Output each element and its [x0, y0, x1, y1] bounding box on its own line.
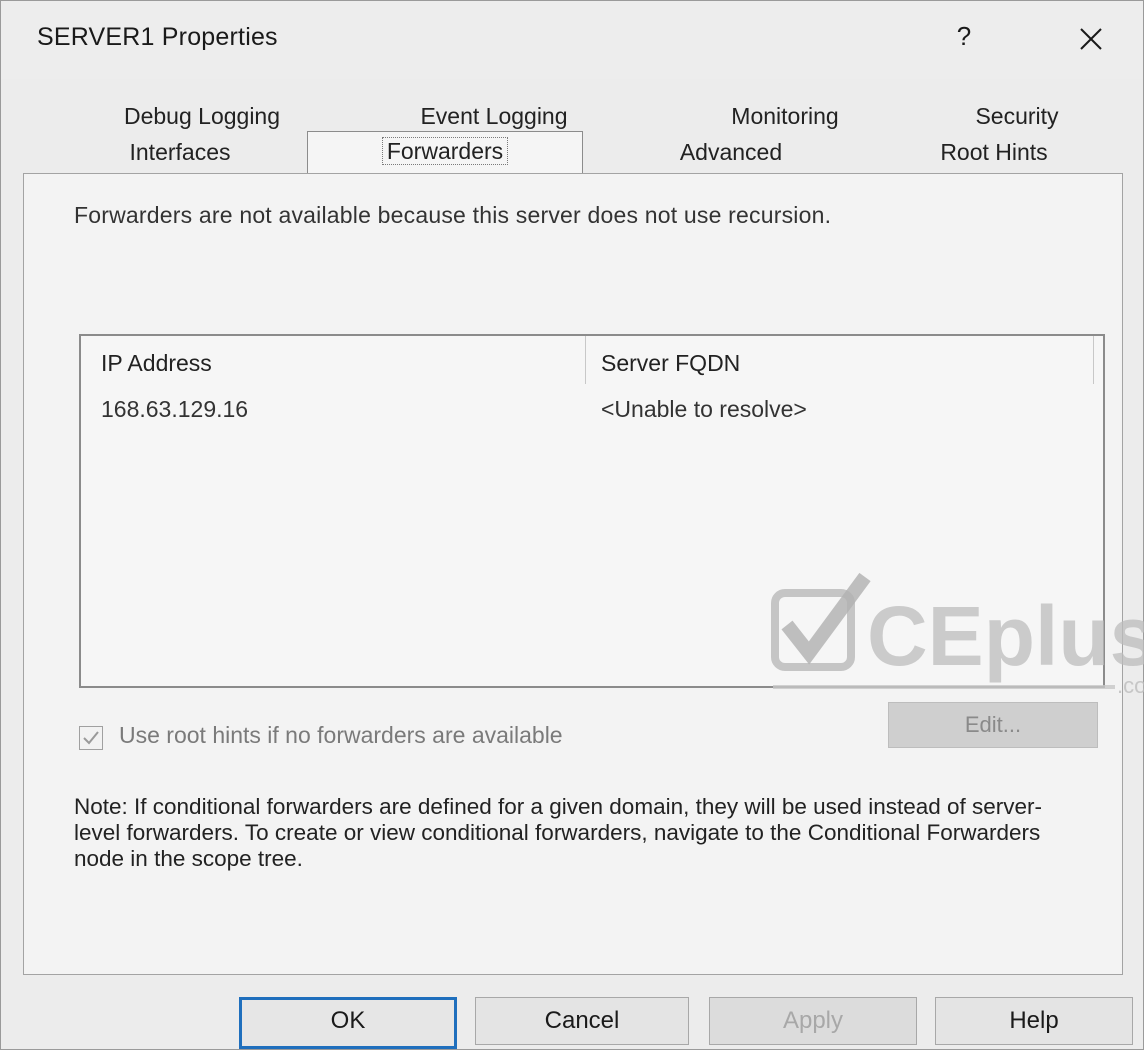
close-button[interactable] — [1071, 19, 1111, 59]
use-root-hints-checkbox[interactable] — [79, 726, 103, 750]
list-header: IP Address Server FQDN — [81, 336, 1103, 392]
help-button[interactable]: ? — [949, 21, 979, 57]
dialog-title: SERVER1 Properties — [37, 23, 278, 51]
column-separator-end[interactable] — [1093, 336, 1094, 384]
recursion-info-text: Forwarders are not available because thi… — [74, 202, 832, 228]
tab-row-2: Interfaces Forwarders Advanced Root Hint… — [71, 131, 1081, 174]
tab-interfaces[interactable]: Interfaces — [71, 133, 289, 171]
tab-root-hints[interactable]: Root Hints — [891, 133, 1097, 171]
column-header-server-fqdn[interactable]: Server FQDN — [601, 350, 740, 377]
use-root-hints-label: Use root hints if no forwarders are avai… — [119, 722, 563, 748]
help-dialog-button[interactable]: Help — [935, 997, 1133, 1045]
forwarders-panel: Forwarders are not available because thi… — [23, 173, 1123, 975]
checkmark-icon — [83, 731, 99, 745]
tab-debug-logging[interactable]: Debug Logging — [71, 97, 333, 135]
title-bar: SERVER1 Properties ? — [1, 1, 1143, 79]
tab-monitoring[interactable]: Monitoring — [655, 97, 915, 135]
forwarders-list[interactable]: IP Address Server FQDN 168.63.129.16 <Un… — [79, 334, 1105, 688]
tab-security[interactable]: Security — [915, 97, 1119, 135]
server-fqdn-cell: <Unable to resolve> — [601, 396, 807, 422]
tab-event-logging[interactable]: Event Logging — [333, 97, 655, 135]
cancel-button[interactable]: Cancel — [475, 997, 689, 1045]
conditional-forwarders-note: Note: If conditional forwarders are defi… — [74, 794, 1043, 871]
tab-row-1: Debug Logging Event Logging Monitoring S… — [71, 97, 1081, 135]
properties-dialog: SERVER1 Properties ? Debug Logging Event… — [0, 0, 1144, 1050]
tab-forwarders[interactable]: Forwarders — [307, 131, 583, 174]
apply-button[interactable]: Apply — [709, 997, 917, 1045]
ok-button[interactable]: OK — [239, 997, 457, 1049]
ip-address-cell: 168.63.129.16 — [101, 396, 249, 422]
close-icon — [1080, 28, 1102, 50]
edit-button[interactable]: Edit... — [888, 702, 1098, 748]
tab-forwarders-label: Forwarders — [381, 137, 509, 165]
column-separator[interactable] — [585, 336, 586, 384]
column-header-ip-address[interactable]: IP Address — [101, 350, 212, 377]
tab-advanced[interactable]: Advanced — [611, 133, 851, 171]
table-row[interactable]: 168.63.129.16 <Unable to resolve> — [81, 396, 1103, 432]
